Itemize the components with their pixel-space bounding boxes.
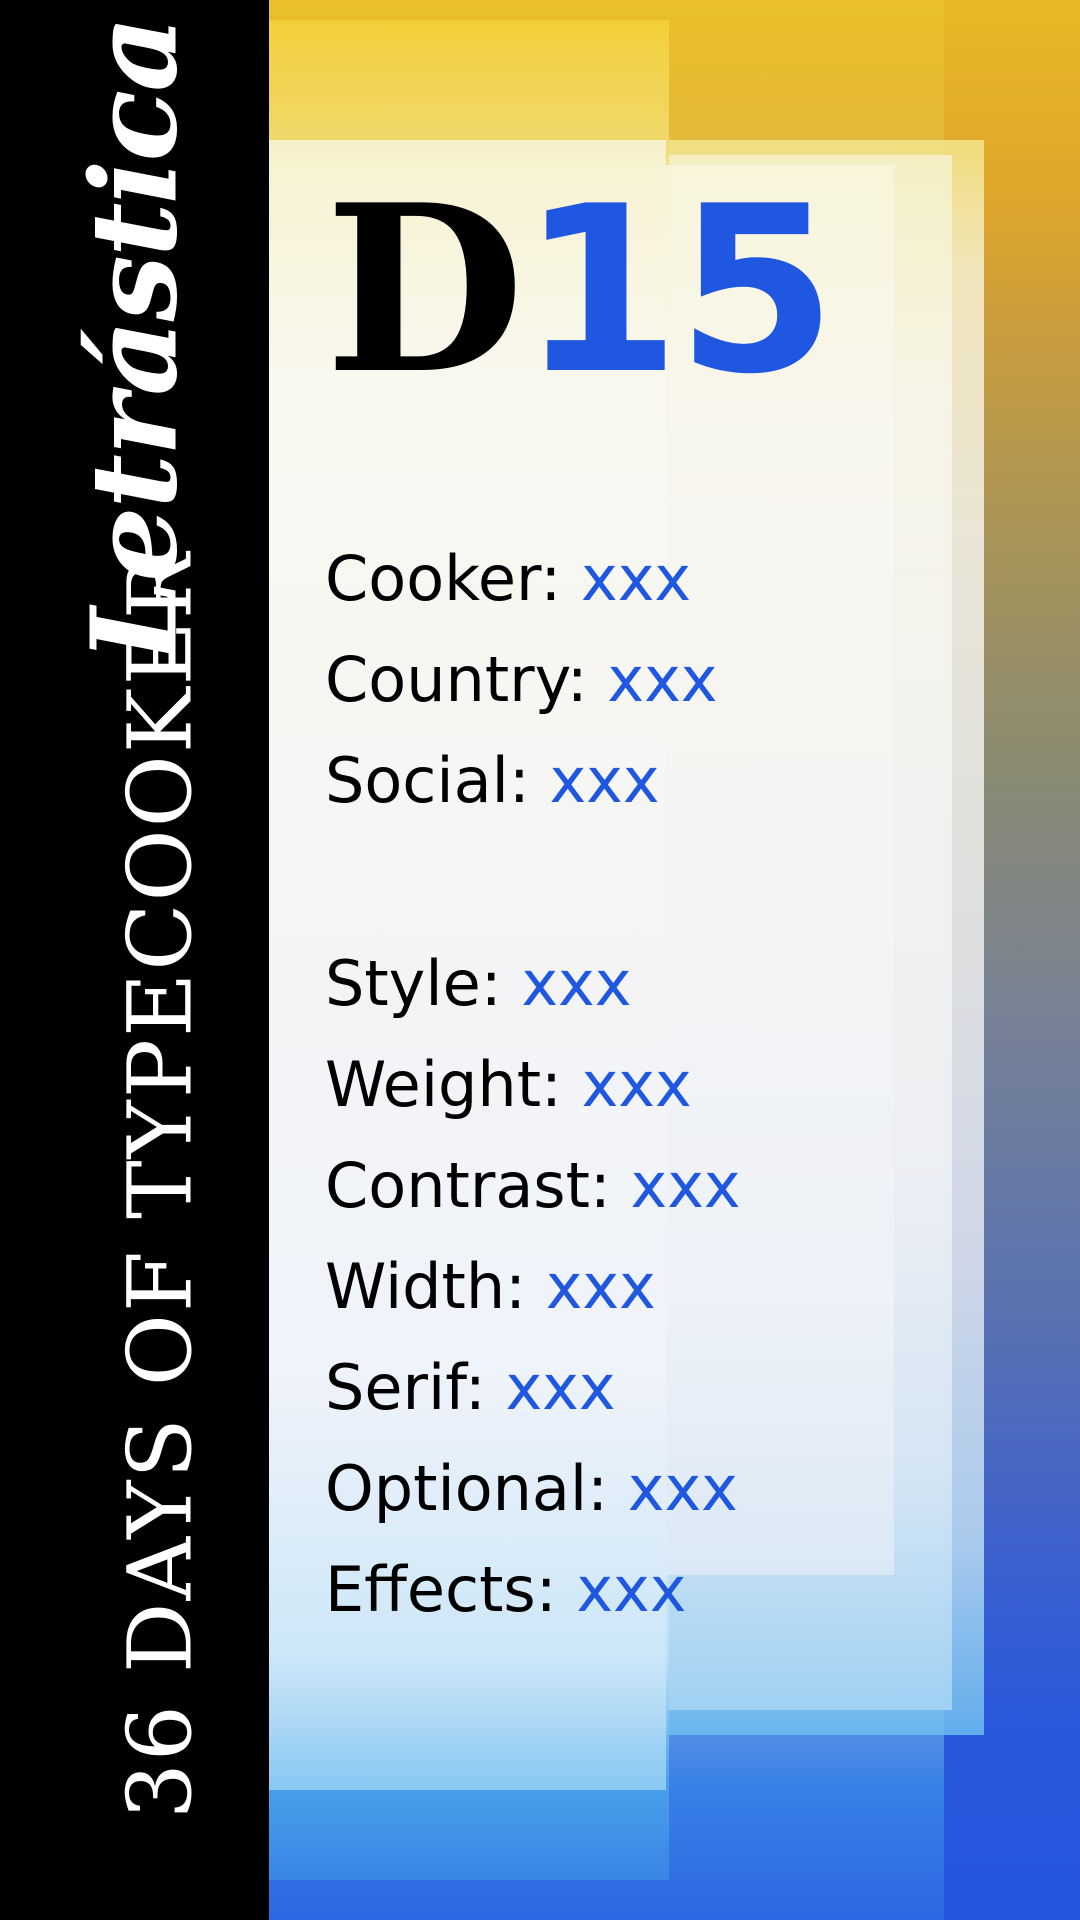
sidebar: Letrástica 36 DAYS OF TYPECOOKER (0, 0, 269, 1920)
field-social: Social: xxx (325, 750, 660, 812)
field-label: Country: (325, 643, 588, 716)
series-label: 36 DAYS OF TYPECOOKER (108, 550, 212, 1820)
field-value: xxx (607, 643, 718, 716)
field-weight: Weight: xxx (325, 1054, 692, 1116)
field-serif: Serif: xxx (325, 1357, 616, 1419)
field-value: xxx (505, 1351, 616, 1424)
field-value: xxx (549, 744, 660, 817)
field-country: Country: xxx (325, 649, 717, 711)
field-label: Effects: (325, 1553, 557, 1626)
title-number: 15 (520, 158, 836, 425)
field-width: Width: xxx (325, 1256, 656, 1318)
field-label: Optional: (325, 1452, 609, 1525)
field-value: xxx (581, 542, 692, 615)
field-value: xxx (627, 1452, 738, 1525)
field-label: Contrast: (325, 1149, 611, 1222)
field-label: Social: (325, 744, 530, 817)
field-value: xxx (521, 947, 632, 1020)
field-cooker: Cooker: xxx (325, 548, 691, 610)
field-effects: Effects: xxx (325, 1559, 686, 1621)
title-letter: D (325, 155, 524, 425)
field-contrast: Contrast: xxx (325, 1155, 741, 1217)
field-optional: Optional: xxx (325, 1458, 738, 1520)
field-value: xxx (576, 1553, 687, 1626)
field-value: xxx (545, 1250, 656, 1323)
field-label: Cooker: (325, 542, 562, 615)
field-label: Style: (325, 947, 502, 1020)
field-label: Width: (325, 1250, 527, 1323)
field-value: xxx (581, 1048, 692, 1121)
field-label: Serif: (325, 1351, 486, 1424)
field-label: Weight: (325, 1048, 562, 1121)
day-title: D15 (325, 175, 837, 407)
field-value: xxx (630, 1149, 741, 1222)
field-style: Style: xxx (325, 953, 631, 1015)
